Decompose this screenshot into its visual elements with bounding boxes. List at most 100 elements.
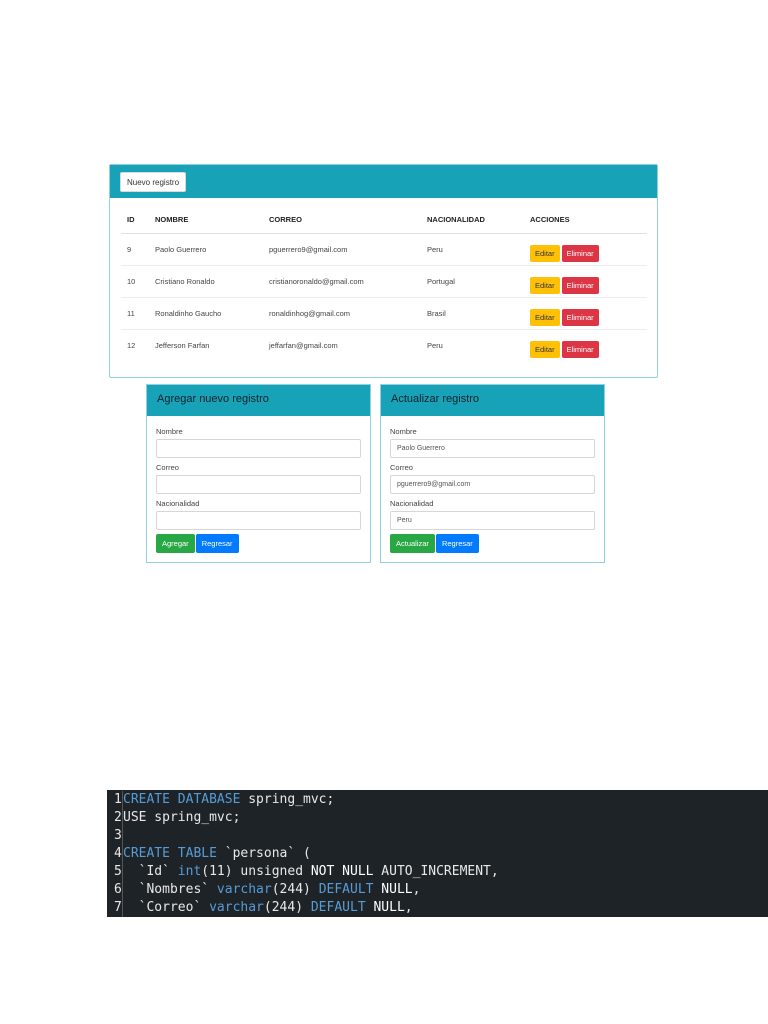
code-token: int	[177, 864, 202, 879]
line-number: 3	[107, 827, 123, 845]
records-table: ID NOMBRE CORREO NACIONALIDAD ACCIONES 9…	[121, 207, 647, 361]
nombre-label: Nombre	[390, 427, 417, 436]
correo-label: Correo	[390, 463, 413, 472]
delete-button[interactable]: Eliminar	[561, 340, 599, 358]
table-row: 12 Jefferson Farfan jeffarfan@gmail.com …	[121, 328, 647, 361]
add-record-form: Nombre Correo Nacionalidad Agregar Regres…	[147, 416, 370, 562]
records-card-header: Nuevo registro	[110, 165, 657, 198]
code-token: DEFAULT	[310, 900, 366, 915]
cell-acciones: Editar Eliminar	[524, 233, 647, 265]
cell-nombre: Jefferson Farfan	[149, 328, 263, 361]
line-number: 4	[107, 845, 123, 863]
add-button[interactable]: Agregar	[156, 534, 195, 553]
code-text: USE spring_mvc;	[123, 809, 240, 827]
cell-nacionalidad: Portugal	[421, 264, 524, 297]
code-token: NOT NULL	[310, 864, 374, 879]
nacionalidad-label: Nacionalidad	[156, 499, 200, 508]
cell-correo: jeffarfan@gmail.com	[263, 328, 421, 361]
cell-nacionalidad: Peru	[421, 328, 524, 361]
cell-id: 11	[121, 296, 149, 329]
table-row: 11 Ronaldinho Gaucho ronaldinhog@gmail.c…	[121, 296, 647, 329]
code-token: CREATE TABLE	[123, 846, 217, 861]
update-record-card: Actualizar registro Nombre Paolo Guerrer…	[380, 384, 605, 563]
cell-correo: cristianoronaldo@gmail.com	[263, 264, 421, 297]
column-header-nacionalidad: NACIONALIDAD	[421, 207, 524, 234]
correo-input[interactable]	[156, 475, 361, 494]
table-row: 9 Paolo Guerrero pguerrero9@gmail.com Pe…	[121, 233, 647, 265]
cell-id: 9	[127, 244, 132, 254]
code-token: DEFAULT	[318, 882, 374, 897]
code-token: `Id`	[123, 864, 178, 879]
nombre-input[interactable]	[156, 439, 361, 458]
records-card: Nuevo registro ID NOMBRE CORREO NACIONAL…	[109, 164, 658, 378]
code-token: `Correo`	[123, 900, 210, 915]
update-record-form: Nombre Paolo Guerrero Correo pguerrero9@…	[381, 416, 604, 562]
code-token: spring_mvc;	[240, 792, 335, 807]
code-token: varchar	[209, 900, 264, 915]
line-number: 6	[107, 881, 123, 899]
edit-button[interactable]: Editar	[530, 276, 560, 294]
cell-nacionalidad: Peru	[427, 244, 443, 254]
delete-button[interactable]: Eliminar	[561, 244, 599, 262]
code-token: `persona` (	[216, 846, 311, 861]
delete-button[interactable]: Eliminar	[561, 276, 599, 294]
nombre-label: Nombre	[156, 427, 183, 436]
delete-button[interactable]: Eliminar	[561, 308, 599, 326]
edit-button[interactable]: Editar	[530, 308, 560, 326]
code-token: ,	[404, 900, 413, 915]
code-line: 6 `Nombres` varchar(244) DEFAULT NULL,	[107, 881, 768, 899]
back-button[interactable]: Regresar	[195, 534, 239, 553]
add-record-title: Agregar nuevo registro	[147, 385, 370, 416]
nacionalidad-label: Nacionalidad	[390, 499, 434, 508]
code-token: (11) unsigned	[201, 864, 311, 879]
column-header-nombre: NOMBRE	[149, 207, 263, 234]
new-record-button[interactable]: Nuevo registro	[120, 172, 187, 192]
correo-input[interactable]: pguerrero9@gmail.com	[390, 475, 595, 494]
column-header-acciones: ACCIONES	[524, 207, 647, 234]
nacionalidad-input[interactable]: Peru	[390, 511, 595, 530]
edit-button[interactable]: Editar	[530, 340, 560, 358]
code-token: ,	[412, 882, 421, 897]
sql-code-block: 1 CREATE DATABASE spring_mvc; 2 USE spring_…	[107, 790, 768, 917]
code-line: 4 CREATE TABLE `persona` (	[107, 845, 768, 863]
cell-id: 12	[121, 328, 149, 361]
cell-nombre: Ronaldinho Gaucho	[149, 296, 263, 329]
code-token: CREATE DATABASE	[123, 792, 241, 807]
cell-acciones: Editar Eliminar	[524, 328, 647, 361]
back-button[interactable]: Regresar	[435, 534, 479, 553]
code-token: AUTO_INCREMENT,	[373, 864, 499, 879]
code-token: NULL	[365, 900, 405, 915]
cell-correo: ronaldinhog@gmail.com	[263, 296, 421, 329]
code-token: (244)	[271, 882, 319, 897]
cell-id: 10	[121, 264, 149, 297]
code-line: 3	[107, 827, 768, 845]
code-text: CREATE TABLE `persona` (	[123, 845, 311, 863]
column-header-id: ID	[121, 207, 149, 234]
update-button[interactable]: Actualizar	[390, 534, 435, 553]
code-token: NULL	[373, 882, 413, 897]
code-text: CREATE DATABASE spring_mvc;	[123, 791, 334, 809]
nombre-input[interactable]: Paolo Guerrero	[390, 439, 595, 458]
correo-label: Correo	[156, 463, 179, 472]
code-text: `Nombres` varchar(244) DEFAULT NULL,	[123, 881, 421, 899]
column-header-correo: CORREO	[263, 207, 421, 234]
cell-acciones: Editar Eliminar	[524, 264, 647, 297]
update-record-title: Actualizar registro	[381, 385, 604, 416]
cell-nacionalidad: Brasil	[421, 296, 524, 329]
code-token: `Nombres`	[123, 882, 217, 897]
add-record-card: Agregar nuevo registro Nombre Correo Nac…	[146, 384, 371, 563]
code-token: USE spring_mvc;	[123, 810, 241, 825]
edit-button[interactable]: Editar	[530, 244, 560, 262]
code-line: 1 CREATE DATABASE spring_mvc;	[107, 791, 768, 809]
code-line: 7 `Correo` varchar(244) DEFAULT NULL,	[107, 899, 768, 917]
code-text: `Id` int(11) unsigned NOT NULL AUTO_INCR…	[123, 863, 499, 881]
nacionalidad-input[interactable]	[156, 511, 361, 530]
table-header-row: ID NOMBRE CORREO NACIONALIDAD ACCIONES	[121, 207, 647, 234]
code-line: 5 `Id` int(11) unsigned NOT NULL AUTO_IN…	[107, 863, 768, 881]
line-number: 7	[107, 899, 123, 917]
code-text: `Correo` varchar(244) DEFAULT NULL,	[123, 899, 413, 917]
line-number: 1	[107, 791, 123, 809]
code-token: (244)	[263, 900, 311, 915]
line-number: 2	[107, 809, 123, 827]
cell-nombre: Paolo Guerrero	[155, 244, 207, 254]
